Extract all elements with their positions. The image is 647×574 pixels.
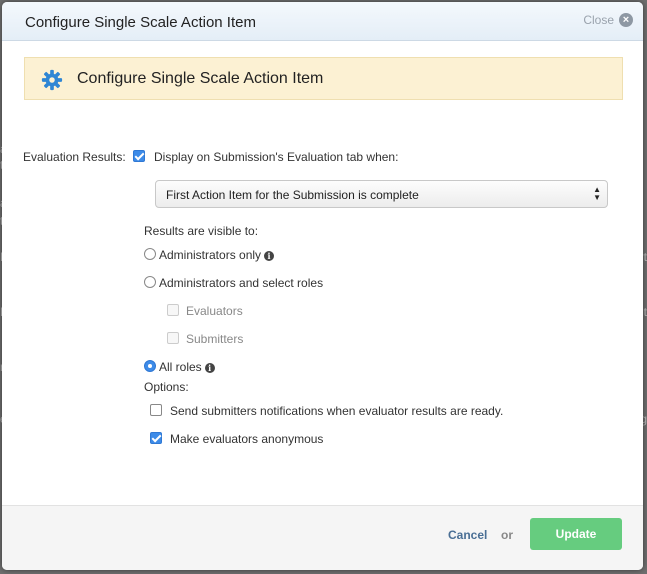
info-icon[interactable]: i	[264, 251, 275, 261]
radio-administrators-only[interactable]	[144, 248, 156, 260]
evaluation-results-label: Evaluation Results:	[23, 150, 126, 164]
cancel-link[interactable]: Cancel	[448, 528, 487, 542]
options-heading: Options:	[144, 380, 189, 394]
checkbox-label-evaluators: Evaluators	[186, 304, 243, 318]
info-icon[interactable]: i	[204, 363, 215, 373]
checkbox-submitters[interactable]	[167, 332, 179, 344]
configure-dialog: Configure Single Scale Action Item Close…	[2, 2, 643, 570]
gear-icon	[41, 69, 63, 91]
close-button[interactable]: Close ×	[583, 13, 633, 27]
close-label: Close	[583, 13, 614, 27]
checkbox-label-send-notifications: Send submitters notifications when evalu…	[170, 404, 504, 418]
update-button[interactable]: Update	[530, 518, 622, 550]
close-circle-icon: ×	[619, 13, 633, 27]
radio-label-text: All roles	[159, 360, 202, 374]
or-text: or	[501, 528, 513, 542]
radio-label-text: Administrators only	[159, 248, 262, 262]
checkbox-label-submitters: Submitters	[186, 332, 244, 346]
checkbox-evaluators[interactable]	[167, 304, 179, 316]
display-on-evaluation-tab-checkbox[interactable]	[133, 150, 145, 162]
background-text: t	[643, 305, 647, 319]
radio-administrators-and-select-roles[interactable]	[144, 276, 156, 288]
select-value: First Action Item for the Submission is …	[166, 188, 419, 202]
select-arrows-icon: ▲ ▼	[593, 185, 601, 202]
checkbox-send-notifications[interactable]	[150, 404, 162, 416]
banner-title: Configure Single Scale Action Item	[77, 70, 324, 87]
radio-label-administrators-only: Administrators only i	[159, 248, 275, 262]
checkbox-label-anonymous-evaluators: Make evaluators anonymous	[170, 432, 324, 446]
visibility-heading: Results are visible to:	[144, 224, 259, 238]
dialog-footer: Cancel or Update	[2, 505, 643, 570]
dialog-header: Configure Single Scale Action Item Close…	[2, 2, 643, 41]
display-condition-select[interactable]: First Action Item for the Submission is …	[155, 180, 608, 208]
section-banner: Configure Single Scale Action Item	[24, 57, 623, 100]
checkbox-anonymous-evaluators[interactable]	[150, 432, 162, 444]
radio-label-all-roles: All roles i	[159, 360, 215, 374]
radio-all-roles[interactable]	[144, 360, 156, 372]
dialog-title: Configure Single Scale Action Item	[25, 14, 256, 31]
display-on-evaluation-tab-label: Display on Submission's Evaluation tab w…	[154, 150, 399, 164]
radio-label-administrators-and-select-roles: Administrators and select roles	[159, 276, 324, 290]
